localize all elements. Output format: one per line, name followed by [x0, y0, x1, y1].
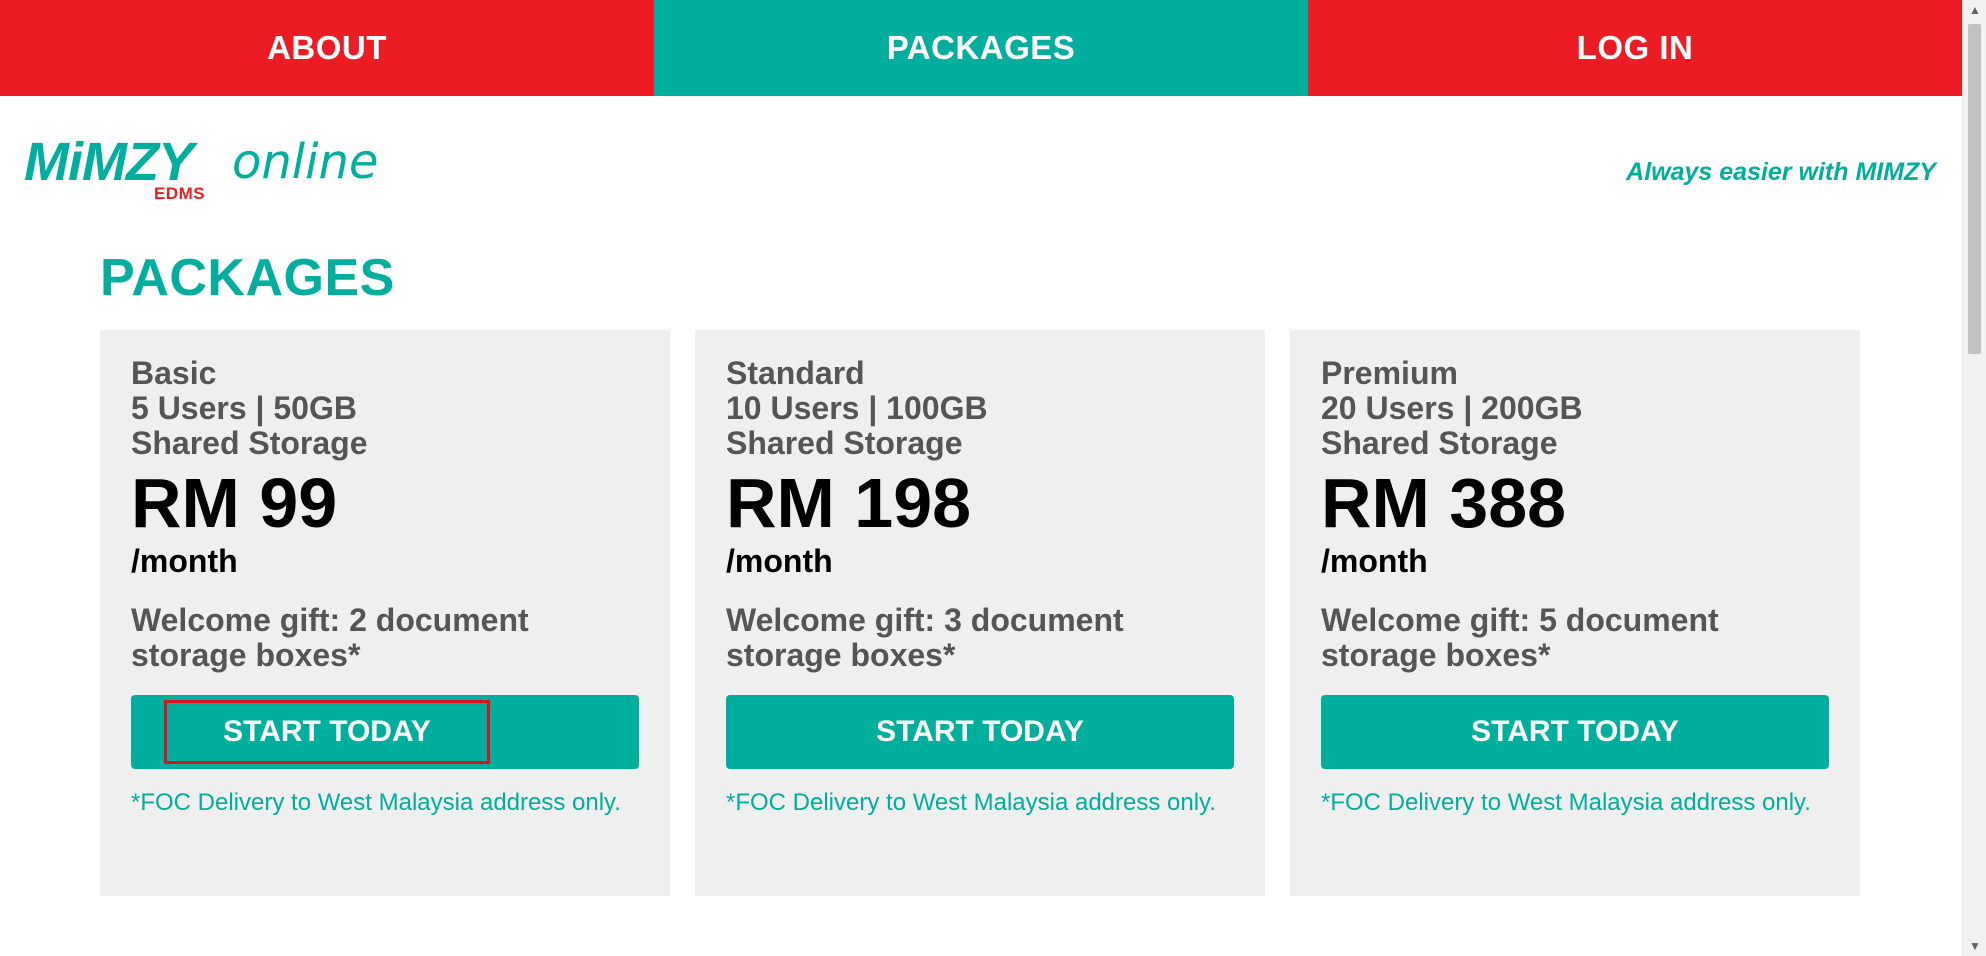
triangle-up-icon[interactable]: ▲ [1963, 0, 1986, 20]
foc-note: *FOC Delivery to West Malaysia address o… [1321, 789, 1811, 816]
plan-storage: Shared Storage [726, 425, 963, 461]
start-today-button-premium[interactable]: START TODAY [1321, 695, 1829, 769]
plan-storage: Shared Storage [1321, 425, 1558, 461]
page-title: PACKAGES [100, 249, 395, 307]
site-header: MiMZY online EDMS Always easier with MIM… [0, 96, 1962, 216]
start-today-label: START TODAY [1471, 715, 1679, 748]
plan-gift: Welcome gift: 3 document storage boxes* [726, 602, 1124, 673]
top-navigation: ABOUT PACKAGES LOG IN [0, 0, 1962, 96]
plan-name: Basic [131, 355, 217, 391]
plan-name: Standard [726, 355, 865, 391]
scrollbar-thumb[interactable] [1968, 24, 1981, 354]
plan-users: 5 Users | 50GB [131, 390, 357, 426]
start-today-label: START TODAY [164, 700, 490, 764]
tagline: Always easier with MIMZY [1626, 158, 1936, 186]
package-cards: Basic 5 Users | 50GB Shared Storage RM 9… [100, 330, 1860, 896]
page-viewport: ABOUT PACKAGES LOG IN MiMZY online EDMS … [0, 0, 1986, 956]
start-today-label: START TODAY [876, 715, 1084, 748]
logo-sub: EDMS [154, 184, 206, 203]
nav-about[interactable]: ABOUT [0, 0, 654, 96]
plan-period: /month [726, 543, 833, 579]
start-today-button-standard[interactable]: START TODAY [726, 695, 1234, 769]
plan-name: Premium [1321, 355, 1458, 391]
vertical-scrollbar[interactable]: ▲ ▼ [1962, 0, 1986, 956]
logo-brand: MiMZY [24, 132, 194, 192]
nav-log-in[interactable]: LOG IN [1308, 0, 1962, 96]
mimzy-logo[interactable]: MiMZY online EDMS [24, 132, 384, 212]
plan-price: RM 99 [131, 464, 338, 542]
package-card-basic: Basic 5 Users | 50GB Shared Storage RM 9… [100, 330, 670, 896]
foc-note: *FOC Delivery to West Malaysia address o… [726, 789, 1216, 816]
plan-price: RM 388 [1321, 464, 1567, 542]
plan-gift: Welcome gift: 5 document storage boxes* [1321, 602, 1719, 673]
plan-storage: Shared Storage [131, 425, 368, 461]
package-card-standard: Standard 10 Users | 100GB Shared Storage… [695, 330, 1265, 896]
plan-users: 20 Users | 200GB [1321, 390, 1583, 426]
plan-users: 10 Users | 100GB [726, 390, 988, 426]
nav-packages[interactable]: PACKAGES [654, 0, 1308, 96]
package-card-premium: Premium 20 Users | 200GB Shared Storage … [1290, 330, 1860, 896]
foc-note: *FOC Delivery to West Malaysia address o… [131, 789, 621, 816]
triangle-down-icon[interactable]: ▼ [1963, 936, 1986, 956]
plan-gift: Welcome gift: 2 document storage boxes* [131, 602, 529, 673]
plan-period: /month [131, 543, 238, 579]
start-today-button-basic[interactable]: START TODAY [131, 695, 639, 769]
plan-period: /month [1321, 543, 1428, 579]
logo-suffix: online [232, 134, 379, 190]
plan-price: RM 198 [726, 464, 972, 542]
